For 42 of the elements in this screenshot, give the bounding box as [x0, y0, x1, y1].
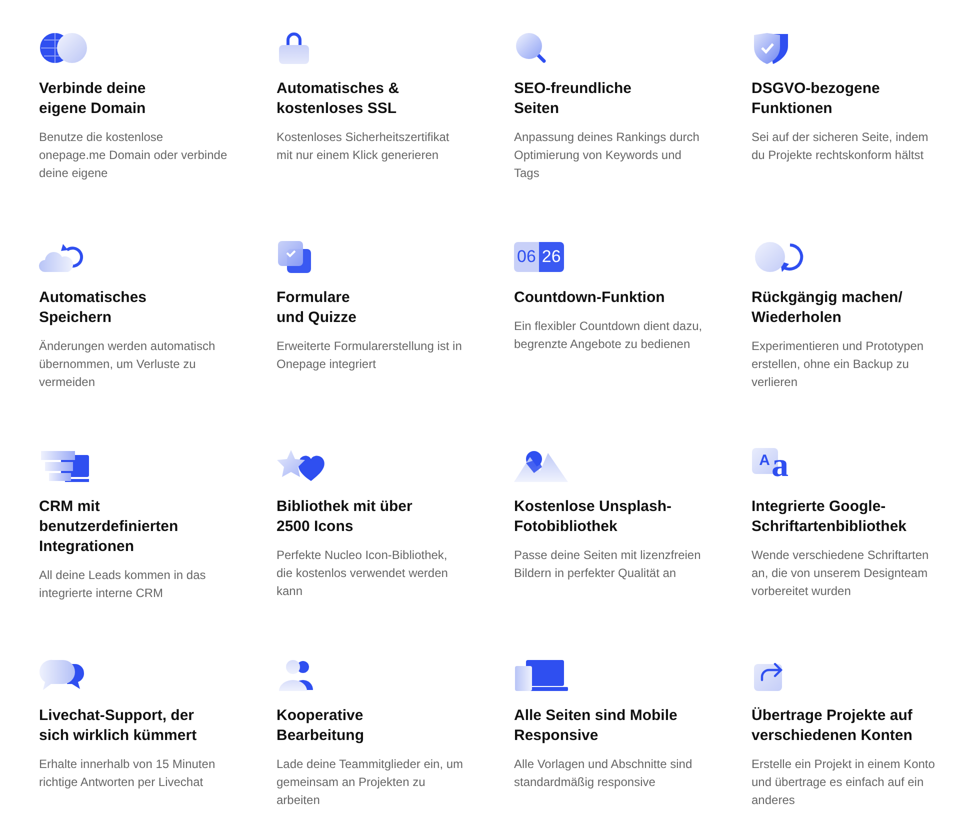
- feature-title: Rückgängig machen/ Wiederholen: [752, 288, 904, 328]
- checkbox-icon: [276, 240, 312, 274]
- feature-description: Experimentieren und Prototypen erstellen, ohne ein Backup zu verlieren: [752, 338, 925, 391]
- feature-description: Erhalte innerhalb von 15 Minuten richtige Antworten per Livechat: [39, 756, 216, 791]
- lock-icon: [276, 31, 310, 65]
- feature-title: Alle Seiten sind Mobile Responsive: [514, 706, 678, 746]
- feature-description: Perfekte Nucleo Icon-Bibliothek, die kostenlos verwendet werden kann: [276, 547, 449, 600]
- feature-description: Erweiterte Formularerstellung ist in Onepage integriert: [276, 338, 463, 373]
- feature-description: Anpassung deines Rankings durch Optimierung von Keywords und Tags: [514, 129, 700, 182]
- feature-title: Integrierte Google- Schriftartenbibliothek: [752, 497, 908, 537]
- countdown-digits: 06: [514, 242, 539, 272]
- feature-title: SEO-freundliche Seiten: [514, 79, 633, 119]
- countdown-digits: 26: [538, 242, 564, 272]
- feature-title: Countdown-Funktion: [514, 288, 666, 308]
- feature-title: Livechat-Support, der sich wirklich kümmert: [39, 706, 198, 746]
- feature-description: All deine Leads kommen in das integrierte interne CRM: [39, 567, 207, 602]
- globe-icon: [39, 31, 89, 65]
- feature-title: DSGVO-bezogene Funktionen: [752, 79, 881, 119]
- feature-title: Kooperative Bearbeitung: [276, 706, 366, 746]
- chat-bubbles-icon: [39, 658, 87, 692]
- feature-title: Formulare und Quizze: [276, 288, 358, 328]
- feature-description: Sei auf der sicheren Seite, indem du Projekte rechtskonform hältst: [752, 129, 930, 164]
- feature-title: Automatisches & kostenloses SSL: [276, 79, 400, 119]
- feature-description: Wende verschiedene Schriftarten an, die von unserem Designteam vorbereitet wurden: [752, 547, 930, 600]
- feature-title: Automatisches Speichern: [39, 288, 148, 328]
- feature-description: Kostenloses Sicherheitszertifikat mit nur einem Klick generieren: [276, 129, 450, 164]
- monitor-stack-icon: [39, 449, 91, 483]
- feature-description: Lade deine Teammitglieder ein, um gemeinsam an Projekten zu arbeiten: [276, 756, 464, 809]
- search-icon: [514, 31, 548, 65]
- feature-description: Erstelle ein Projekt in einem Konto und übertrage es einfach auf ein anderes: [752, 756, 936, 809]
- feature-description: Passe deine Seiten mit lizenzfreien Bildern in perfekter Qualität an: [514, 547, 702, 582]
- feature-title: Kostenlose Unsplash- Fotobibliothek: [514, 497, 673, 537]
- feature-description: Alle Vorlagen und Abschnitte sind standardmäßig responsive: [514, 756, 694, 791]
- feature-description: Benutze die kostenlose onepage.me Domain oder verbinde deine eigene: [39, 129, 228, 182]
- feature-description: Ein flexibler Countdown dient dazu, begrenzte Angebote zu bedienen: [514, 318, 704, 353]
- laptop-phone-icon: [514, 658, 568, 692]
- feature-description: Änderungen werden automatisch übernommen, um Verluste zu vermeiden: [39, 338, 216, 391]
- feature-title: Verbinde deine eigene Domain: [39, 79, 147, 119]
- mountains-icon: [514, 449, 568, 483]
- feature-title: Übertrage Projekte auf verschiedenen Konten: [752, 706, 914, 746]
- feature-title: Bibliothek mit über 2500 Icons: [276, 497, 414, 537]
- feature-title: CRM mit benutzerdefinierten Integrationen: [39, 497, 180, 557]
